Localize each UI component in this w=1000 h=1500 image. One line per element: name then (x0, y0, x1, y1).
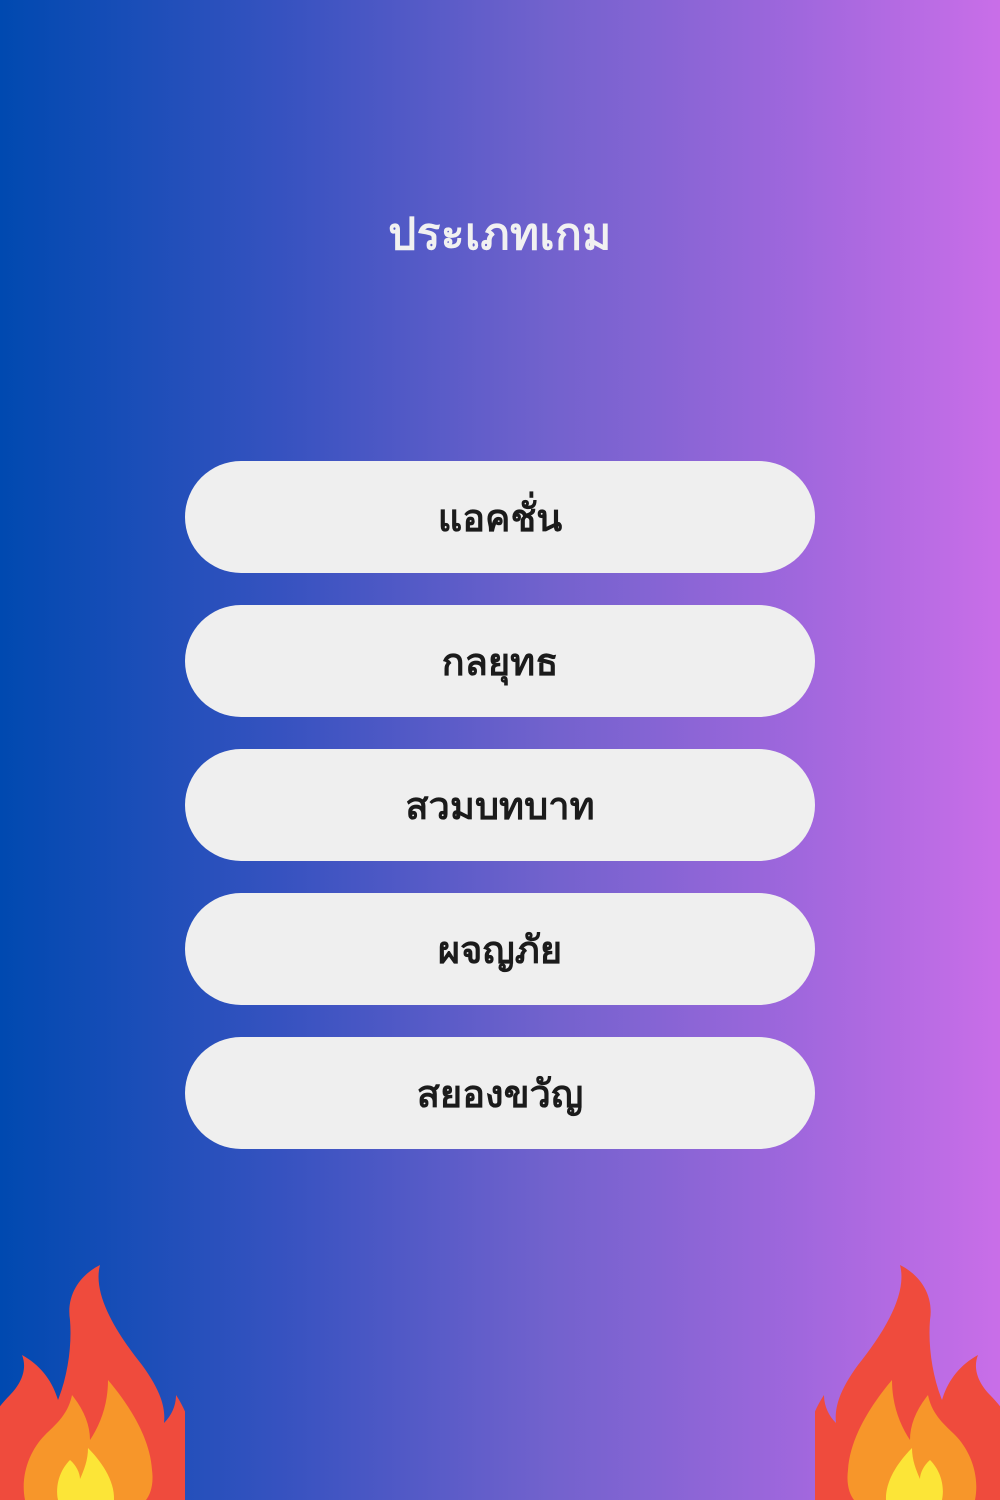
genre-button-adventure[interactable]: ผจญภัย (185, 893, 815, 1005)
genre-button-horror[interactable]: สยองขวัญ (185, 1037, 815, 1149)
fire-icon (815, 1265, 1000, 1500)
genre-button-strategy[interactable]: กลยุทธ (185, 605, 815, 717)
genre-button-action[interactable]: แอคชั่น (185, 461, 815, 573)
genre-button-roleplaying[interactable]: สวมบทบาท (185, 749, 815, 861)
genre-screen: ประเภทเกม แอคชั่น กลยุทธ สวมบทบาท ผจญภัย… (0, 0, 1000, 1500)
genre-list: แอคชั่น กลยุทธ สวมบทบาท ผจญภัย สยองขวัญ (185, 461, 815, 1181)
page-title: ประเภทเกม (388, 209, 612, 260)
fire-icon (0, 1265, 185, 1500)
